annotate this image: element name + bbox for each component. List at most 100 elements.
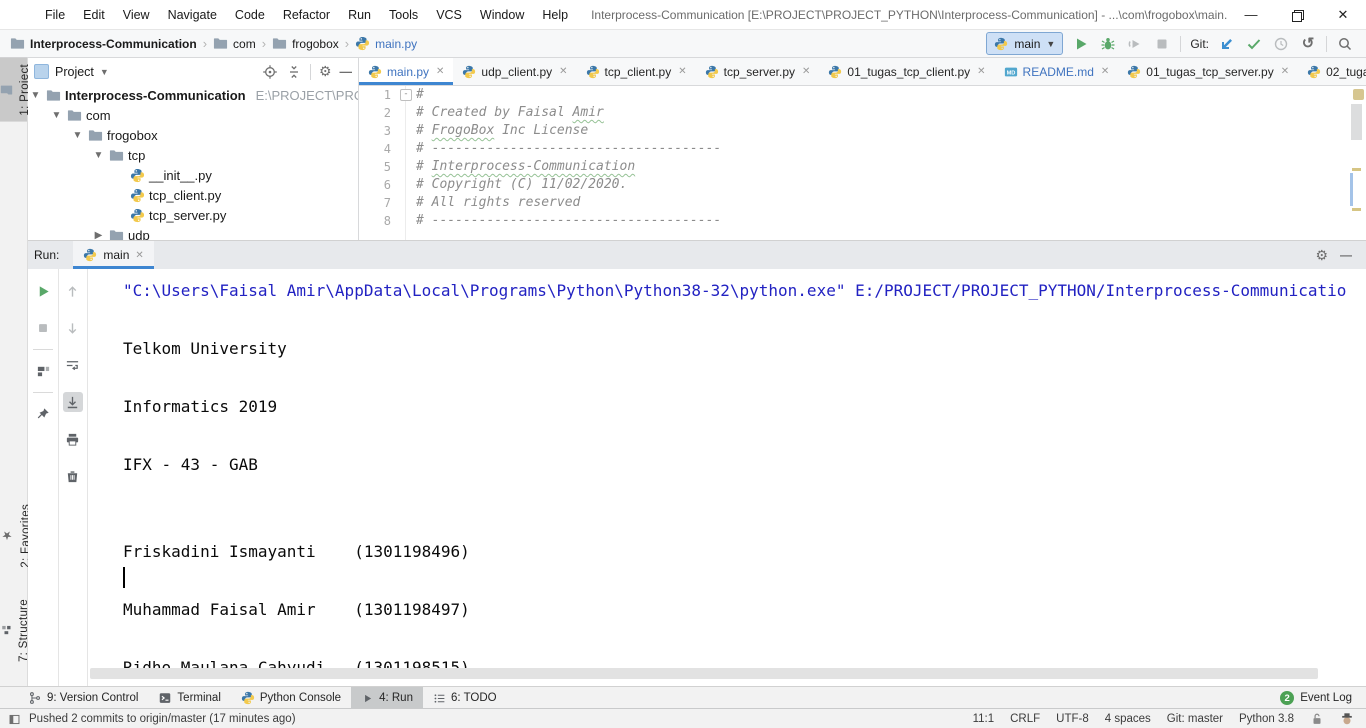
tab-02-tugas[interactable]: 02_tuga ✕ [1298,58,1366,85]
soft-wrap-button[interactable] [63,355,83,375]
tab-main-py[interactable]: main.py ✕ [359,58,454,85]
restore-layout-button[interactable] [33,361,53,381]
tool-window-toggle-icon[interactable] [8,713,21,726]
fold-marker[interactable]: - [400,89,412,101]
search-everywhere-button[interactable] [1336,35,1354,53]
tree-row-frogobox[interactable]: ▼ frogobox [28,125,358,145]
editor-scrollbar[interactable] [1351,104,1362,140]
file-encoding[interactable]: UTF-8 [1056,713,1089,725]
debug-button[interactable] [1099,35,1117,53]
inspection-status-widget[interactable] [1353,89,1364,100]
git-history-button[interactable] [1272,35,1290,53]
stripe-tab-project[interactable]: 1: Project [0,58,31,122]
gear-icon[interactable]: ⚙ [1315,247,1328,264]
run-with-coverage-button[interactable] [1126,35,1144,53]
clear-console-button[interactable] [63,466,83,486]
restore-button[interactable] [1274,0,1320,29]
code-editor[interactable]: 1 2 3 4 5 6 7 8 - # # Created by Faisal … [359,86,1366,240]
breadcrumb-project[interactable]: Interprocess-Communication [8,36,199,51]
chevron-down-icon[interactable]: ▼ [100,67,109,77]
gear-icon[interactable]: ⚙ [319,63,332,80]
tab-udp-client-py[interactable]: udp_client.py ✕ [453,58,576,85]
warning-stripe-mark[interactable] [1352,168,1361,171]
run-configuration-selector[interactable]: main ▼ [986,32,1064,55]
menu-tools[interactable]: Tools [380,0,427,29]
minimize-button[interactable]: — [1228,0,1274,29]
scroll-to-end-button[interactable] [62,392,83,412]
close-button[interactable]: ✕ [1320,0,1366,29]
project-panel-title[interactable]: Project [55,65,94,79]
close-icon[interactable]: ✕ [559,66,567,77]
toolwindow-version-control[interactable]: 9: Version Control [18,687,148,709]
tree-row-tcp-server-py[interactable]: tcp_server.py [28,205,358,225]
tab-01-tugas-tcp-server-py[interactable]: 01_tugas_tcp_server.py ✕ [1118,58,1298,85]
git-commit-button[interactable] [1245,35,1263,53]
tab-tcp-client-py[interactable]: tcp_client.py ✕ [577,58,696,85]
tree-row-tcp[interactable]: ▼ tcp [28,145,358,165]
close-icon[interactable]: ✕ [1281,66,1289,77]
rerun-button[interactable] [33,281,53,301]
menu-navigate[interactable]: Navigate [159,0,226,29]
breadcrumb-frogobox[interactable]: frogobox [270,36,341,51]
warning-stripe-mark[interactable] [1352,208,1361,211]
close-icon[interactable]: ✕ [1101,66,1109,77]
close-icon[interactable]: ✕ [802,66,810,77]
menu-help[interactable]: Help [533,0,577,29]
close-icon[interactable]: ✕ [436,66,444,77]
python-interpreter[interactable]: Python 3.8 [1239,713,1294,725]
next-occurrence-button[interactable] [63,318,83,338]
status-message[interactable]: Pushed 2 commits to origin/master (17 mi… [29,713,296,725]
run-button[interactable] [1072,35,1090,53]
tree-row-udp[interactable]: ▶ udp [28,225,358,240]
print-button[interactable] [63,429,83,449]
tree-row-com[interactable]: ▼ com [28,105,358,125]
breadcrumb-com[interactable]: com [211,36,258,51]
tab-readme-md[interactable]: README.md ✕ [995,58,1119,85]
tree-row-tcp-client-py[interactable]: tcp_client.py [28,185,358,205]
chevron-expanded-icon[interactable]: ▼ [50,110,63,121]
menu-view[interactable]: View [114,0,159,29]
menu-file[interactable]: File [36,0,74,29]
git-update-button[interactable] [1218,35,1236,53]
collapse-all-icon[interactable] [286,64,302,80]
chevron-expanded-icon[interactable]: ▼ [92,150,105,161]
pin-tab-button[interactable] [33,404,53,424]
tree-row-init-py[interactable]: __init__.py [28,165,358,185]
hide-panel-icon[interactable]: — [340,65,353,79]
close-icon[interactable]: ✕ [977,66,985,77]
menu-refactor[interactable]: Refactor [274,0,339,29]
close-icon[interactable]: ✕ [135,250,143,261]
tree-row-root[interactable]: ▼ Interprocess-Communication E:\PROJECT\… [28,85,358,105]
breadcrumb-mainpy[interactable]: main.py [353,36,419,51]
chevron-expanded-icon[interactable]: ▼ [29,90,42,101]
toolwindow-event-log[interactable]: Event Log [1300,692,1352,704]
tab-01-tugas-tcp-client-py[interactable]: 01_tugas_tcp_client.py ✕ [819,58,994,85]
prev-occurrence-button[interactable] [63,281,83,301]
lock-icon[interactable] [1310,712,1324,726]
menu-vcs[interactable]: VCS [427,0,471,29]
menu-edit[interactable]: Edit [74,0,114,29]
chevron-collapsed-icon[interactable]: ▶ [92,230,105,241]
toolwindow-python-console[interactable]: Python Console [231,687,351,709]
hide-panel-icon[interactable]: — [1340,248,1352,262]
toolwindow-run[interactable]: 4: Run [351,687,423,709]
stop-process-button[interactable] [33,318,53,338]
menu-code[interactable]: Code [226,0,274,29]
menu-run[interactable]: Run [339,0,380,29]
console-horizontal-scrollbar[interactable] [90,668,1318,679]
toolwindow-terminal[interactable]: Terminal [148,687,230,709]
line-separator[interactable]: CRLF [1010,713,1040,725]
highlighting-level-icon[interactable] [1340,712,1354,726]
git-branch[interactable]: Git: master [1167,713,1223,725]
stripe-tab-favorites[interactable]: ★ 2: Favorites [0,498,32,574]
tab-tcp-server-py[interactable]: tcp_server.py ✕ [696,58,820,85]
indent-style[interactable]: 4 spaces [1105,713,1151,725]
stripe-tab-structure[interactable]: 7: Structure [0,593,30,668]
stop-button[interactable] [1153,35,1171,53]
menu-window[interactable]: Window [471,0,533,29]
chevron-expanded-icon[interactable]: ▼ [71,130,84,141]
toolwindow-todo[interactable]: 6: TODO [423,687,507,709]
caret-position[interactable]: 11:1 [973,713,995,725]
close-icon[interactable]: ✕ [678,66,686,77]
console-output[interactable]: "C:\Users\Faisal Amir\AppData\Local\Prog… [87,269,1366,687]
